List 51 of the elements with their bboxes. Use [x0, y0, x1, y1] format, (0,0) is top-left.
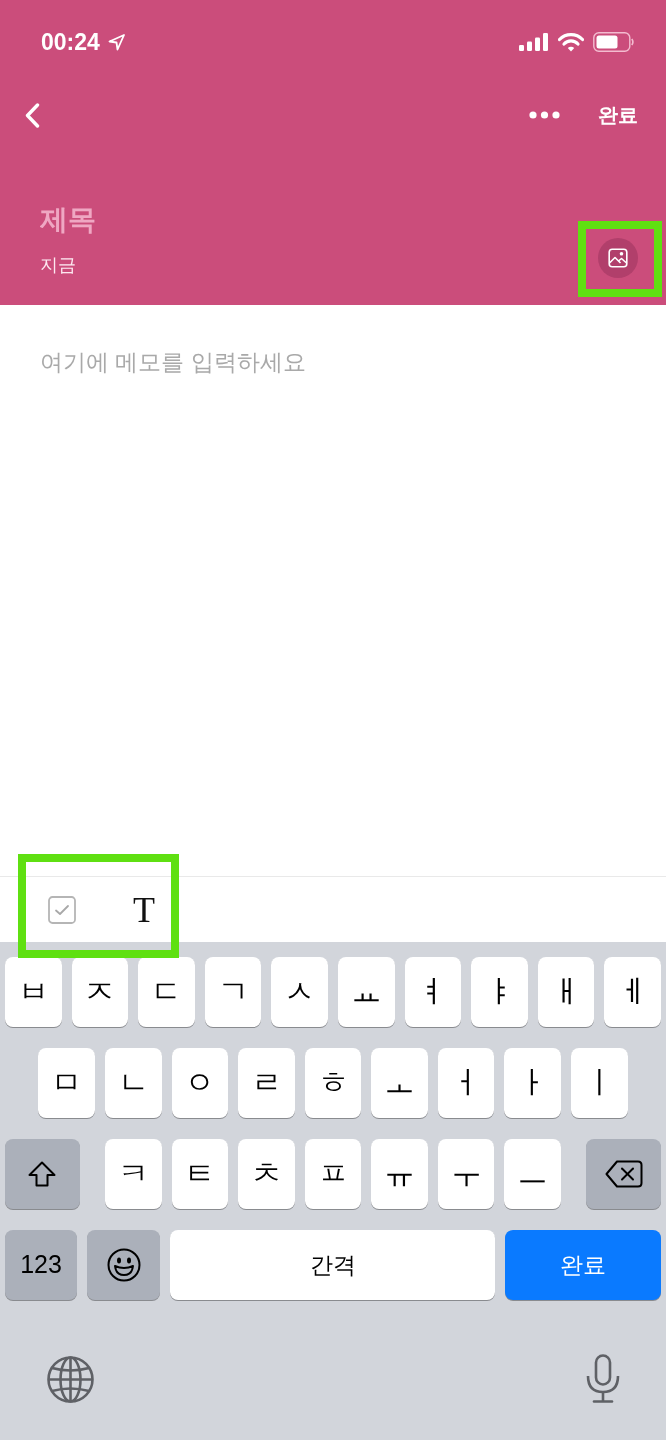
- keyboard-key[interactable]: ㅣ: [571, 1048, 628, 1118]
- keyboard-key[interactable]: ㅂ: [5, 957, 62, 1027]
- battery-icon: [593, 32, 634, 52]
- keyboard-key[interactable]: ㅐ: [537, 957, 595, 1027]
- keyboard-key[interactable]: ㅏ: [504, 1048, 562, 1118]
- numbers-key[interactable]: 123: [5, 1230, 77, 1300]
- keyboard-key[interactable]: ㅓ: [437, 1048, 495, 1118]
- title-field[interactable]: 제목: [40, 202, 598, 238]
- photo-button[interactable]: [598, 238, 638, 278]
- keyboard-key[interactable]: ㄱ: [204, 957, 262, 1027]
- keyboard-key[interactable]: ㅈ: [71, 957, 129, 1027]
- timestamp-text: 지금: [40, 254, 76, 277]
- wifi-icon: [558, 32, 584, 52]
- keyboard-key[interactable]: ㅍ: [304, 1139, 362, 1209]
- return-key[interactable]: 완료: [505, 1230, 661, 1300]
- image-icon: [608, 248, 628, 268]
- backspace-key[interactable]: [586, 1139, 662, 1209]
- back-icon[interactable]: [25, 102, 40, 128]
- shift-icon: [28, 1161, 57, 1187]
- keyboard-key[interactable]: ㄹ: [238, 1048, 295, 1118]
- keyboard-key[interactable]: ㅠ: [371, 1139, 428, 1209]
- keyboard-key[interactable]: ㅑ: [471, 957, 528, 1027]
- keyboard-key[interactable]: ㅛ: [338, 957, 395, 1027]
- microphone-icon[interactable]: [586, 1354, 620, 1404]
- keyboard-key[interactable]: ㄷ: [138, 957, 195, 1027]
- keyboard-key[interactable]: ㅜ: [437, 1139, 495, 1209]
- status-time: 00:24: [41, 28, 100, 56]
- done-button[interactable]: 완료: [598, 101, 638, 129]
- shift-key[interactable]: [4, 1139, 80, 1209]
- text-style-button[interactable]: T: [133, 891, 155, 928]
- keyboard-key[interactable]: ㅇ: [171, 1048, 229, 1118]
- location-arrow-icon: [107, 33, 125, 51]
- keyboard-key[interactable]: ㅔ: [604, 957, 661, 1027]
- space-key[interactable]: 간격: [170, 1230, 495, 1300]
- keyboard-key[interactable]: ㅁ: [38, 1048, 95, 1118]
- emoji-key[interactable]: [87, 1230, 160, 1300]
- keyboard-key[interactable]: ㅕ: [404, 957, 462, 1027]
- globe-icon[interactable]: [47, 1355, 94, 1403]
- keyboard-key[interactable]: ㅎ: [304, 1048, 362, 1118]
- keyboard-key[interactable]: ㄴ: [104, 1048, 162, 1118]
- keyboard-key[interactable]: ㅅ: [271, 957, 328, 1027]
- keyboard-key[interactable]: ㅋ: [104, 1139, 162, 1209]
- checkbox-icon[interactable]: [48, 895, 76, 924]
- keyboard-key[interactable]: ㅊ: [238, 1139, 295, 1209]
- keyboard-key[interactable]: ㅗ: [371, 1048, 428, 1118]
- smiley-icon: [106, 1248, 141, 1282]
- keyboard-key[interactable]: ㅌ: [171, 1139, 229, 1209]
- keyboard-key[interactable]: ㅡ: [504, 1139, 562, 1209]
- backspace-icon: [604, 1160, 643, 1188]
- signal-icon: [519, 33, 549, 51]
- more-icon[interactable]: [529, 111, 560, 119]
